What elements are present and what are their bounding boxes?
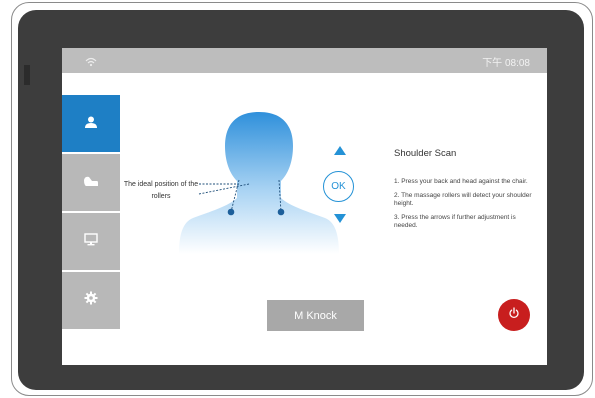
instruction-step: 1. Press your back and head against the …: [394, 178, 528, 185]
nav-item-settings[interactable]: [62, 272, 120, 331]
nav-item-massage-chair[interactable]: [62, 154, 120, 213]
side-navigation: [62, 95, 120, 331]
nav-item-monitor[interactable]: [62, 213, 120, 272]
wifi-icon: [85, 54, 97, 72]
status-time: 下午 08:08: [482, 58, 530, 69]
head-illustration: [179, 112, 339, 259]
panel-title: Shoulder Scan: [394, 148, 457, 159]
m-knock-button[interactable]: M Knock: [267, 300, 364, 331]
arrow-down-icon[interactable]: [334, 214, 346, 223]
ok-button[interactable]: OK: [323, 171, 354, 202]
bezel-tab: [24, 65, 30, 85]
instruction-steps: 1. Press your back and head against the …: [394, 178, 534, 236]
power-button[interactable]: [498, 299, 530, 331]
gear-icon: [84, 291, 98, 310]
status-bar: 下午 08:08: [62, 48, 547, 73]
screen: 下午 08:08 The ideal position of the rolle…: [62, 48, 547, 365]
roller-position-label: The ideal position of the rollers: [123, 181, 199, 200]
nav-item-user[interactable]: [62, 95, 120, 154]
instruction-step: 3. Press the arrows if further adjustmen…: [394, 214, 516, 229]
user-icon: [84, 115, 98, 133]
power-icon: [508, 306, 520, 324]
massage-chair-icon: [83, 174, 99, 192]
monitor-icon: [84, 232, 98, 251]
instruction-step: 2. The massage rollers will detect your …: [394, 192, 532, 207]
arrow-up-icon[interactable]: [334, 146, 346, 155]
